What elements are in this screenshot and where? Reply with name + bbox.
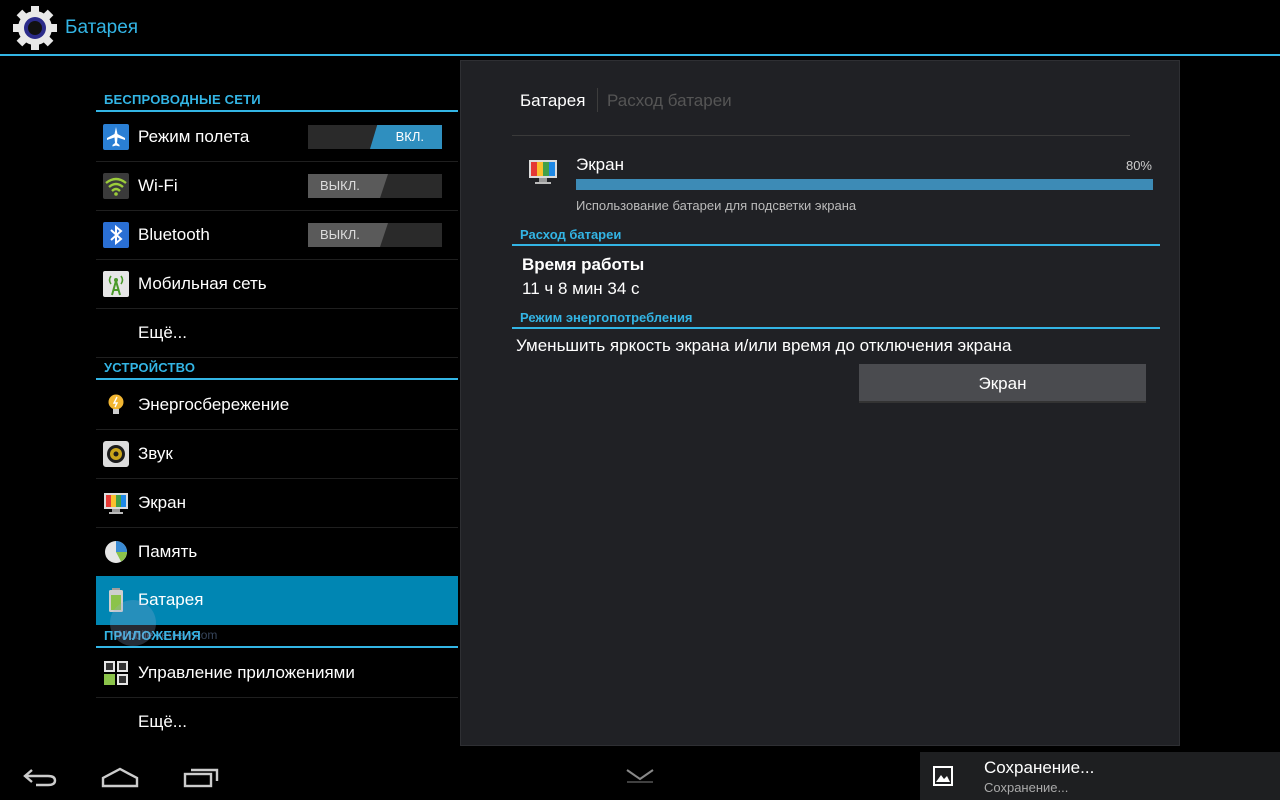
sidebar-item-label: Мобильная сеть [138, 274, 267, 293]
sidebar-item-app-management[interactable]: Управление приложениями [96, 649, 458, 698]
battery-detail-panel: Батарея Расход батареи Экран 80% Использ… [460, 60, 1180, 746]
sidebar-item-label: Wi-Fi [138, 176, 178, 195]
notification-saving[interactable]: Сохранение... Сохранение... [920, 752, 1280, 800]
sidebar-item-bluetooth[interactable]: Bluetooth ВЫКЛ. [96, 211, 458, 260]
tab-separator [597, 88, 598, 112]
storage-pie-icon [105, 541, 127, 563]
section-header-wireless: БЕСПРОВОДНЫЕ СЕТИ [96, 90, 458, 112]
usage-bar-fill [576, 179, 1153, 190]
section-header-power-mode: Режим энергопотребления [512, 307, 1160, 329]
toggle-state-label: ВЫКЛ. [320, 227, 360, 242]
lightbulb-icon [108, 394, 124, 414]
sidebar-item-airplane-mode[interactable]: Режим полета ВКЛ. [96, 113, 458, 162]
usage-percent: 80% [1125, 158, 1152, 173]
settings-gear-icon[interactable] [12, 5, 58, 51]
airplane-mode-toggle[interactable]: ВКЛ. [308, 125, 442, 149]
back-icon[interactable] [22, 766, 58, 788]
tab-battery[interactable]: Батарея [520, 91, 585, 111]
mobile-network-icon [103, 271, 129, 297]
display-icon [104, 493, 128, 514]
section-header-label: Режим энергопотребления [520, 310, 693, 325]
sidebar-item-label: Bluetooth [138, 225, 210, 244]
action-bar-underline [0, 54, 1280, 56]
sidebar-item-more-apps[interactable]: Ещё... [96, 698, 458, 746]
speaker-icon [103, 441, 129, 467]
section-divider [512, 244, 1160, 246]
usage-bar-track [576, 179, 1153, 190]
wifi-toggle[interactable]: ВЫКЛ. [308, 174, 442, 198]
sidebar-item-label: Управление приложениями [138, 663, 355, 682]
section-divider [96, 646, 458, 648]
sidebar-item-label: Звук [138, 444, 173, 463]
watermark-text: Mobile-review.com [118, 628, 218, 642]
button-label: Экран [978, 374, 1027, 393]
sidebar-item-display[interactable]: Экран [96, 479, 458, 528]
screen-settings-button[interactable]: Экран [859, 364, 1146, 403]
collapse-chevron-icon[interactable] [624, 766, 656, 784]
notification-subtitle: Сохранение... [984, 780, 1069, 795]
toggle-off-thumb: ВЫКЛ. [308, 174, 388, 198]
sidebar-item-label: Энергосбережение [138, 395, 290, 414]
section-divider [512, 327, 1160, 329]
sidebar-item-storage[interactable]: Память [96, 528, 458, 577]
sidebar-item-power-saving[interactable]: Энергосбережение [96, 381, 458, 430]
toggle-off-thumb: ВЫКЛ. [308, 223, 388, 247]
section-header-device: УСТРОЙСТВО [96, 358, 458, 380]
toggle-state-label: ВКЛ. [395, 129, 424, 144]
section-divider [96, 110, 458, 112]
sidebar-item-label: Память [138, 542, 198, 561]
airplane-icon [103, 124, 129, 150]
bluetooth-toggle[interactable]: ВЫКЛ. [308, 223, 442, 247]
section-header-label: Расход батареи [520, 227, 622, 242]
sidebar-item-more-wireless[interactable]: Ещё... [96, 309, 458, 358]
sidebar-item-mobile-network[interactable]: Мобильная сеть [96, 260, 458, 309]
sidebar-item-sound[interactable]: Звук [96, 430, 458, 479]
toggle-on-thumb: ВКЛ. [370, 125, 442, 149]
home-icon[interactable] [100, 766, 140, 788]
tab-battery-usage[interactable]: Расход батареи [607, 91, 732, 111]
runtime-value: 11 ч 8 мин 34 с [522, 279, 640, 298]
wifi-icon [103, 173, 129, 199]
section-header-label: БЕСПРОВОДНЫЕ СЕТИ [104, 92, 261, 107]
sidebar-item-label: Ещё... [138, 712, 187, 731]
tab-divider [512, 135, 1130, 136]
sidebar-item-wifi[interactable]: Wi-Fi ВЫКЛ. [96, 162, 458, 211]
apps-grid-icon [104, 661, 128, 685]
display-icon [529, 160, 557, 184]
sidebar-item-label: Экран [138, 493, 186, 512]
section-divider [96, 378, 458, 380]
section-header-label: УСТРОЙСТВО [104, 360, 196, 375]
image-icon [933, 766, 953, 786]
action-bar: Батарея [0, 0, 1280, 56]
recent-apps-icon[interactable] [182, 766, 220, 788]
toggle-state-label: ВЫКЛ. [320, 178, 360, 193]
notification-title: Сохранение... [984, 758, 1095, 777]
bluetooth-icon [103, 222, 129, 248]
usage-description: Использование батареи для подсветки экра… [576, 198, 857, 213]
power-mode-text: Уменьшить яркость экрана и/или время до … [516, 336, 1012, 355]
app-title: Батарея [65, 17, 139, 38]
usage-item-name: Экран [576, 155, 624, 174]
runtime-label: Время работы [522, 255, 645, 274]
sidebar-item-label: Режим полета [138, 127, 250, 146]
section-header-battery-use: Расход батареи [512, 224, 1160, 246]
sidebar-item-label: Ещё... [138, 323, 187, 342]
